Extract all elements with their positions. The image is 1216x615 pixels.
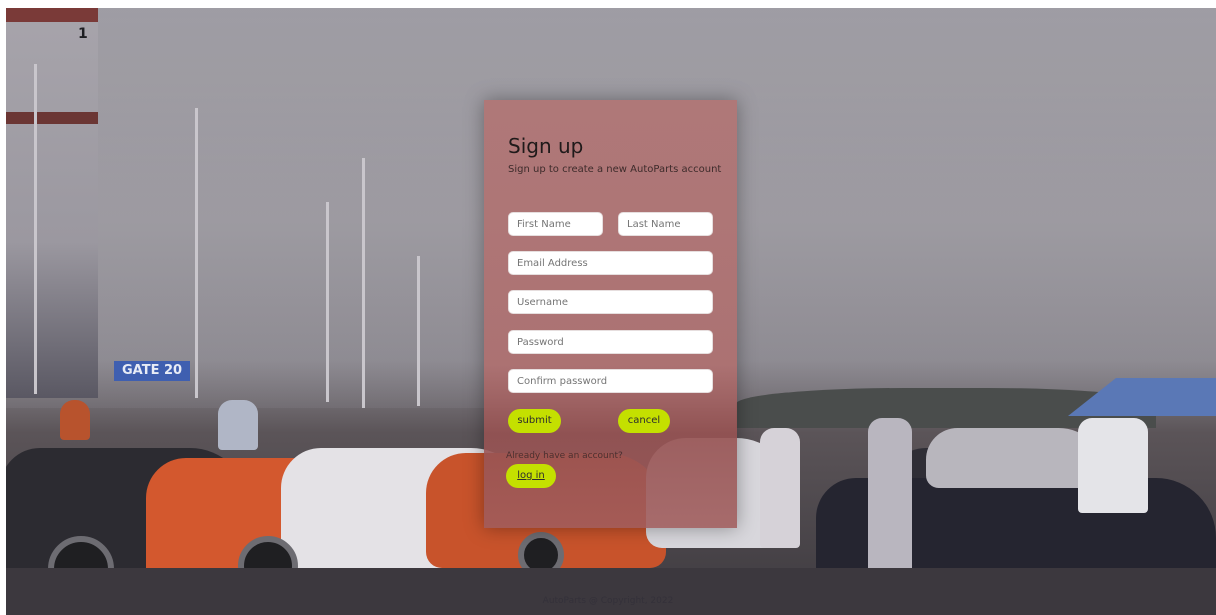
last-name-input[interactable] xyxy=(618,212,713,236)
light-pole xyxy=(326,202,329,402)
cancel-button[interactable]: cancel xyxy=(618,409,670,433)
light-pole xyxy=(195,108,198,398)
footer-copyright: AutoParts @ Copyright, 2022 xyxy=(542,596,674,606)
login-button[interactable]: log in xyxy=(506,464,556,488)
person xyxy=(218,400,258,450)
light-pole xyxy=(362,158,365,408)
tower-stripe xyxy=(6,8,98,22)
gate-sign: GATE 20 xyxy=(114,361,190,381)
person xyxy=(760,428,800,548)
person xyxy=(1078,418,1148,513)
signup-card: Sign up Sign up to create a new AutoPart… xyxy=(484,100,737,528)
tower-stripe xyxy=(6,112,98,124)
username-input[interactable] xyxy=(508,290,713,314)
tower-number: 1 xyxy=(78,26,88,42)
person xyxy=(868,418,912,578)
already-have-account-text: Already have an account? xyxy=(506,451,623,461)
signup-subtitle: Sign up to create a new AutoParts accoun… xyxy=(508,164,722,175)
confirm-password-input[interactable] xyxy=(508,369,713,393)
password-input[interactable] xyxy=(508,330,713,354)
tower-building: 1 xyxy=(6,8,98,398)
signup-title: Sign up xyxy=(508,134,584,158)
first-name-input[interactable] xyxy=(508,212,603,236)
light-pole xyxy=(34,64,37,394)
submit-button[interactable]: submit xyxy=(508,409,561,433)
parking-lot-ground xyxy=(6,568,1216,615)
person xyxy=(60,400,90,440)
email-input[interactable] xyxy=(508,251,713,275)
light-pole xyxy=(417,256,420,406)
